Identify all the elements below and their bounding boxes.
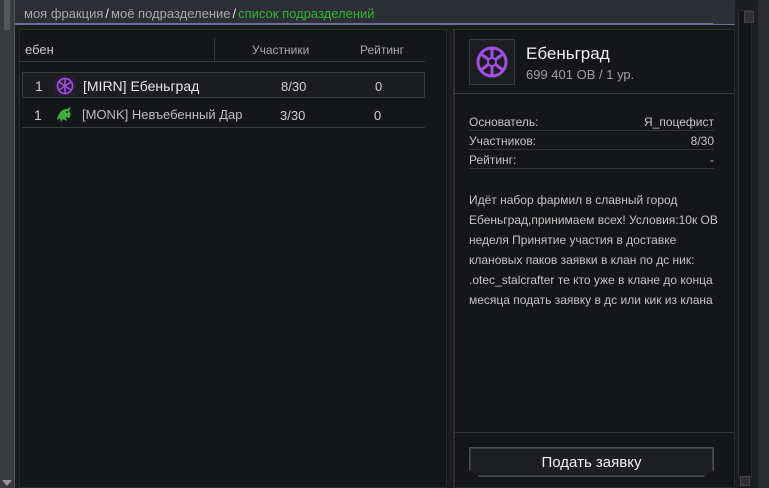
column-header-members[interactable]: Участники — [252, 43, 309, 57]
main-content: Участники Рейтинг 1 [MIRN] Ебеньград 8/3… — [15, 25, 735, 488]
row-members: 8/30 — [281, 79, 307, 94]
scrollbar-track[interactable] — [738, 10, 754, 478]
clan-description: Идёт набор фармил в славный город Ебеньг… — [469, 193, 718, 307]
division-detail-panel: Ебеньград 699 401 OB / 1 ур. Основатель:… — [453, 29, 735, 488]
apply-button[interactable]: Подать заявку — [469, 447, 714, 477]
green-dragon-icon — [54, 105, 74, 125]
division-row[interactable]: 1 [MIRN] Ебеньград 8/30 0 — [22, 72, 425, 98]
scroll-down-arrow-icon[interactable] — [2, 480, 12, 486]
list-header: Участники Рейтинг — [20, 36, 425, 62]
panel-border-dotted — [454, 30, 455, 487]
left-scrollbar[interactable] — [0, 0, 15, 488]
clan-title: Ебеньград — [526, 44, 610, 63]
right-scrollbar[interactable] — [735, 0, 769, 488]
row-name: [MONK] Невъебенный Дар — [82, 107, 243, 122]
scroll-down-button[interactable] — [740, 476, 750, 486]
breadcrumb-my-division[interactable]: моё подразделение — [111, 6, 230, 21]
left-scrollbar-thumb[interactable] — [4, 0, 10, 30]
info-label: Участников: — [469, 134, 537, 148]
info-value: Я_поцефист — [644, 115, 714, 129]
purple-rune-icon — [476, 46, 508, 78]
purple-rune-icon — [55, 76, 75, 96]
breadcrumb-division-list[interactable]: список подразделений — [238, 6, 374, 21]
column-header-rating[interactable]: Рейтинг — [360, 43, 404, 57]
divider — [454, 93, 734, 94]
clan-emblem — [469, 39, 515, 85]
breadcrumb-separator: / — [232, 6, 237, 21]
search-input[interactable] — [25, 39, 210, 59]
info-row-rating: Рейтинг: - — [469, 151, 714, 169]
breadcrumb-my-faction[interactable]: моя фракция — [24, 6, 103, 21]
row-rank: 1 — [35, 78, 43, 94]
divider — [454, 432, 734, 433]
window-edge — [758, 0, 769, 488]
clan-subtitle: 699 401 OB / 1 ур. — [526, 67, 635, 82]
apply-button-inner-border — [470, 448, 713, 476]
row-rank: 1 — [34, 107, 42, 123]
scrollbar-thumb[interactable] — [744, 11, 754, 23]
breadcrumb: моя фракция / моё подразделение / список под… — [24, 6, 375, 21]
info-value: 8/30 — [690, 134, 714, 148]
row-rating: 0 — [374, 108, 382, 123]
info-row-members: Участников: 8/30 — [469, 132, 714, 150]
breadcrumb-separator: / — [105, 6, 110, 21]
row-name: [MIRN] Ебеньград — [83, 78, 200, 94]
breadcrumb-bar: моя фракция / моё подразделение / список под… — [15, 0, 769, 25]
division-row[interactable]: 1 [MONK] Невъебенный Дар 3/30 0 — [22, 102, 425, 128]
info-label: Основатель: — [469, 115, 539, 129]
info-row-founder: Основатель: Я_поцефист — [469, 113, 714, 131]
row-members: 3/30 — [280, 108, 306, 123]
info-label: Рейтинг: — [469, 153, 517, 167]
division-list-panel: Участники Рейтинг 1 [MIRN] Ебеньград 8/3… — [19, 29, 447, 488]
header-divider — [214, 38, 215, 60]
row-rating: 0 — [375, 79, 383, 94]
info-value: - — [710, 153, 714, 167]
